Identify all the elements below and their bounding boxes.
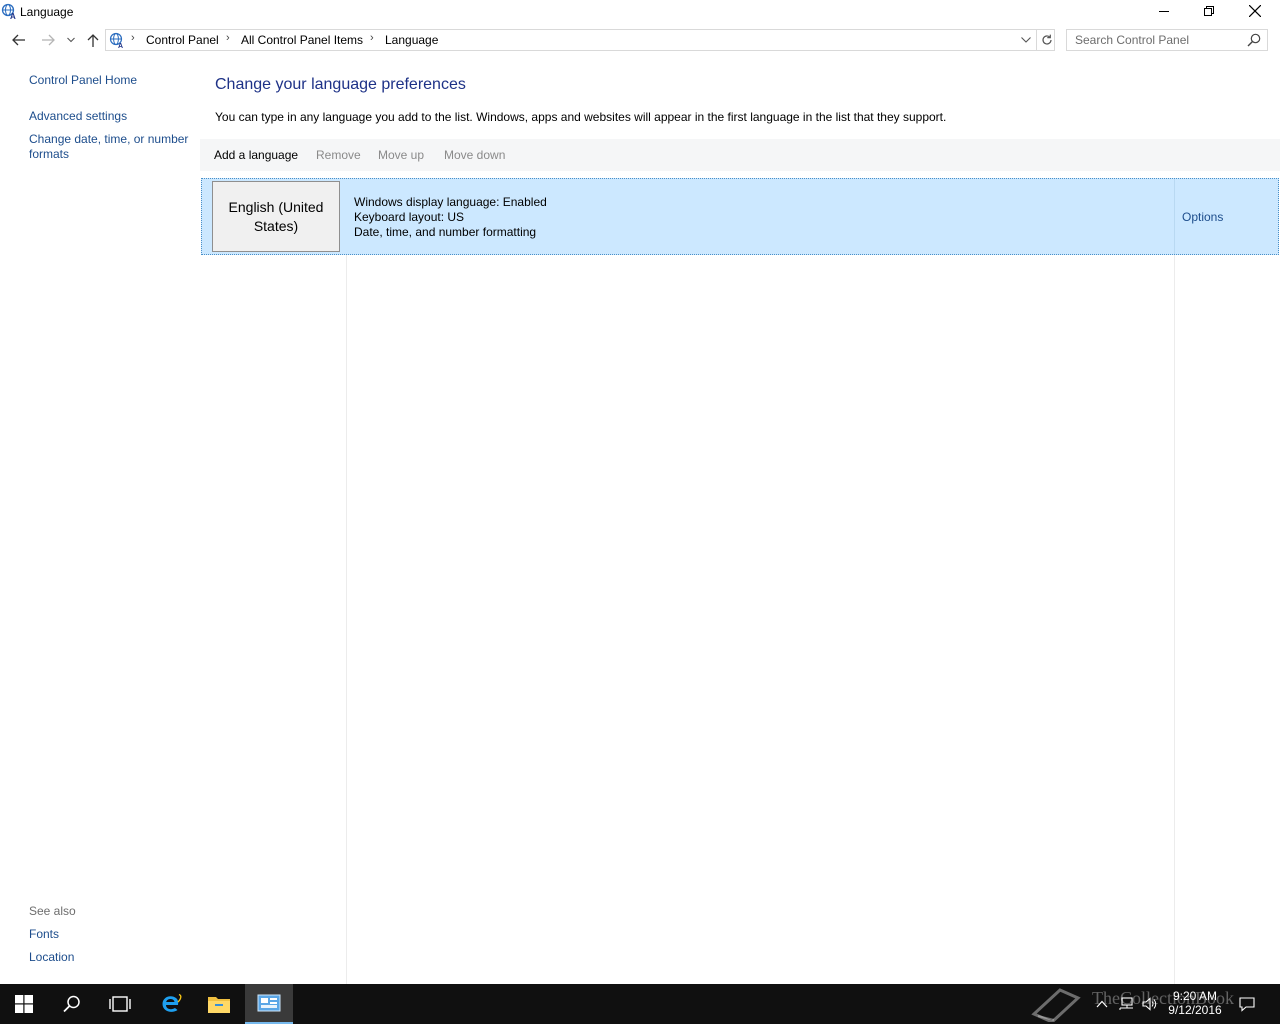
breadcrumb-separator-icon[interactable]: › (226, 32, 230, 44)
row-divider (1174, 179, 1175, 254)
start-icon[interactable] (0, 984, 48, 1024)
move-up-button[interactable]: Move up (378, 148, 424, 162)
clock-time: 9:20 AM (1172, 989, 1218, 1003)
see-also-label: See also (29, 904, 76, 918)
svg-text:A: A (118, 43, 123, 48)
search-input[interactable] (1067, 30, 1245, 50)
forward-button[interactable] (37, 30, 59, 50)
move-down-button[interactable]: Move down (444, 148, 505, 162)
language-list-item[interactable]: English (United States) Windows display … (201, 178, 1279, 255)
network-icon[interactable] (1116, 984, 1136, 1024)
formatting-status: Date, time, and number formatting (354, 225, 537, 239)
breadcrumb-control-panel[interactable]: Control Panel (146, 33, 219, 47)
restore-button[interactable] (1186, 0, 1232, 22)
window-title: Language (20, 5, 74, 19)
back-button[interactable] (8, 30, 30, 50)
breadcrumb-separator-icon[interactable]: › (370, 32, 374, 44)
close-button[interactable] (1232, 0, 1278, 22)
fonts-link[interactable]: Fonts (29, 927, 59, 942)
taskbar: TheCollectionBook 9:20 AM 9/12/2016 (0, 984, 1280, 1024)
breadcrumb-all-control-panel-items[interactable]: All Control Panel Items (241, 33, 363, 47)
language-tile[interactable]: English (United States) (212, 181, 340, 252)
location-link[interactable]: Location (29, 950, 74, 965)
breadcrumb-separator-icon: › (131, 32, 135, 44)
language-name: English (United States) (228, 198, 324, 234)
change-date-time-formats-link[interactable]: Change date, time, or number formats (29, 132, 194, 162)
svg-text:A: A (10, 12, 16, 19)
show-hidden-icons-chevron-icon[interactable] (1094, 984, 1110, 1024)
keyboard-layout-status: Keyboard layout: US (354, 210, 465, 224)
volume-icon[interactable] (1140, 984, 1160, 1024)
search-box[interactable] (1066, 29, 1268, 51)
remove-button[interactable]: Remove (316, 148, 361, 162)
page-description: You can type in any language you add to … (215, 110, 947, 124)
address-bar[interactable]: A › Control Panel › All Control Panel It… (105, 29, 1055, 51)
page-title: Change your language preferences (215, 76, 466, 93)
control-panel-icon[interactable] (245, 984, 293, 1024)
advanced-settings-link[interactable]: Advanced settings (29, 109, 127, 124)
display-language-status: Windows display language: Enabled (354, 195, 547, 209)
system-clock[interactable]: 9:20 AM 9/12/2016 (1158, 989, 1232, 1017)
search-icon[interactable] (1247, 33, 1261, 47)
task-view-icon[interactable] (96, 984, 144, 1024)
refresh-icon[interactable] (1036, 30, 1056, 50)
up-button[interactable] (82, 30, 104, 50)
language-list-toolbar: Add a language Remove Move up Move down (200, 139, 1280, 171)
add-language-button[interactable]: Add a language (214, 148, 298, 162)
language-globe-icon: A (1, 3, 17, 21)
search-icon[interactable] (48, 984, 96, 1024)
column-divider (346, 255, 347, 984)
language-options-link[interactable]: Options (1182, 210, 1223, 224)
recent-locations-chevron-icon[interactable] (61, 30, 81, 50)
file-explorer-icon[interactable] (195, 984, 243, 1024)
watermark-book-icon (1028, 984, 1084, 1024)
control-panel-home-link[interactable]: Control Panel Home (29, 73, 137, 88)
breadcrumb-language[interactable]: Language (385, 33, 438, 47)
address-dropdown-chevron-icon[interactable] (1015, 30, 1037, 50)
left-navigation-pane: Control Panel Home Advanced settings Cha… (0, 56, 200, 984)
internet-explorer-icon[interactable] (147, 984, 195, 1024)
minimize-button[interactable] (1141, 0, 1187, 22)
title-bar: A Language (0, 0, 1280, 24)
column-divider (1174, 255, 1175, 984)
clock-date: 9/12/2016 (1168, 1003, 1222, 1017)
control-panel-globe-icon: A (108, 32, 126, 50)
navigation-bar: A › Control Panel › All Control Panel It… (0, 24, 1280, 56)
action-center-icon[interactable] (1236, 984, 1258, 1024)
language-details: Windows display language: Enabled Keyboa… (354, 195, 547, 240)
